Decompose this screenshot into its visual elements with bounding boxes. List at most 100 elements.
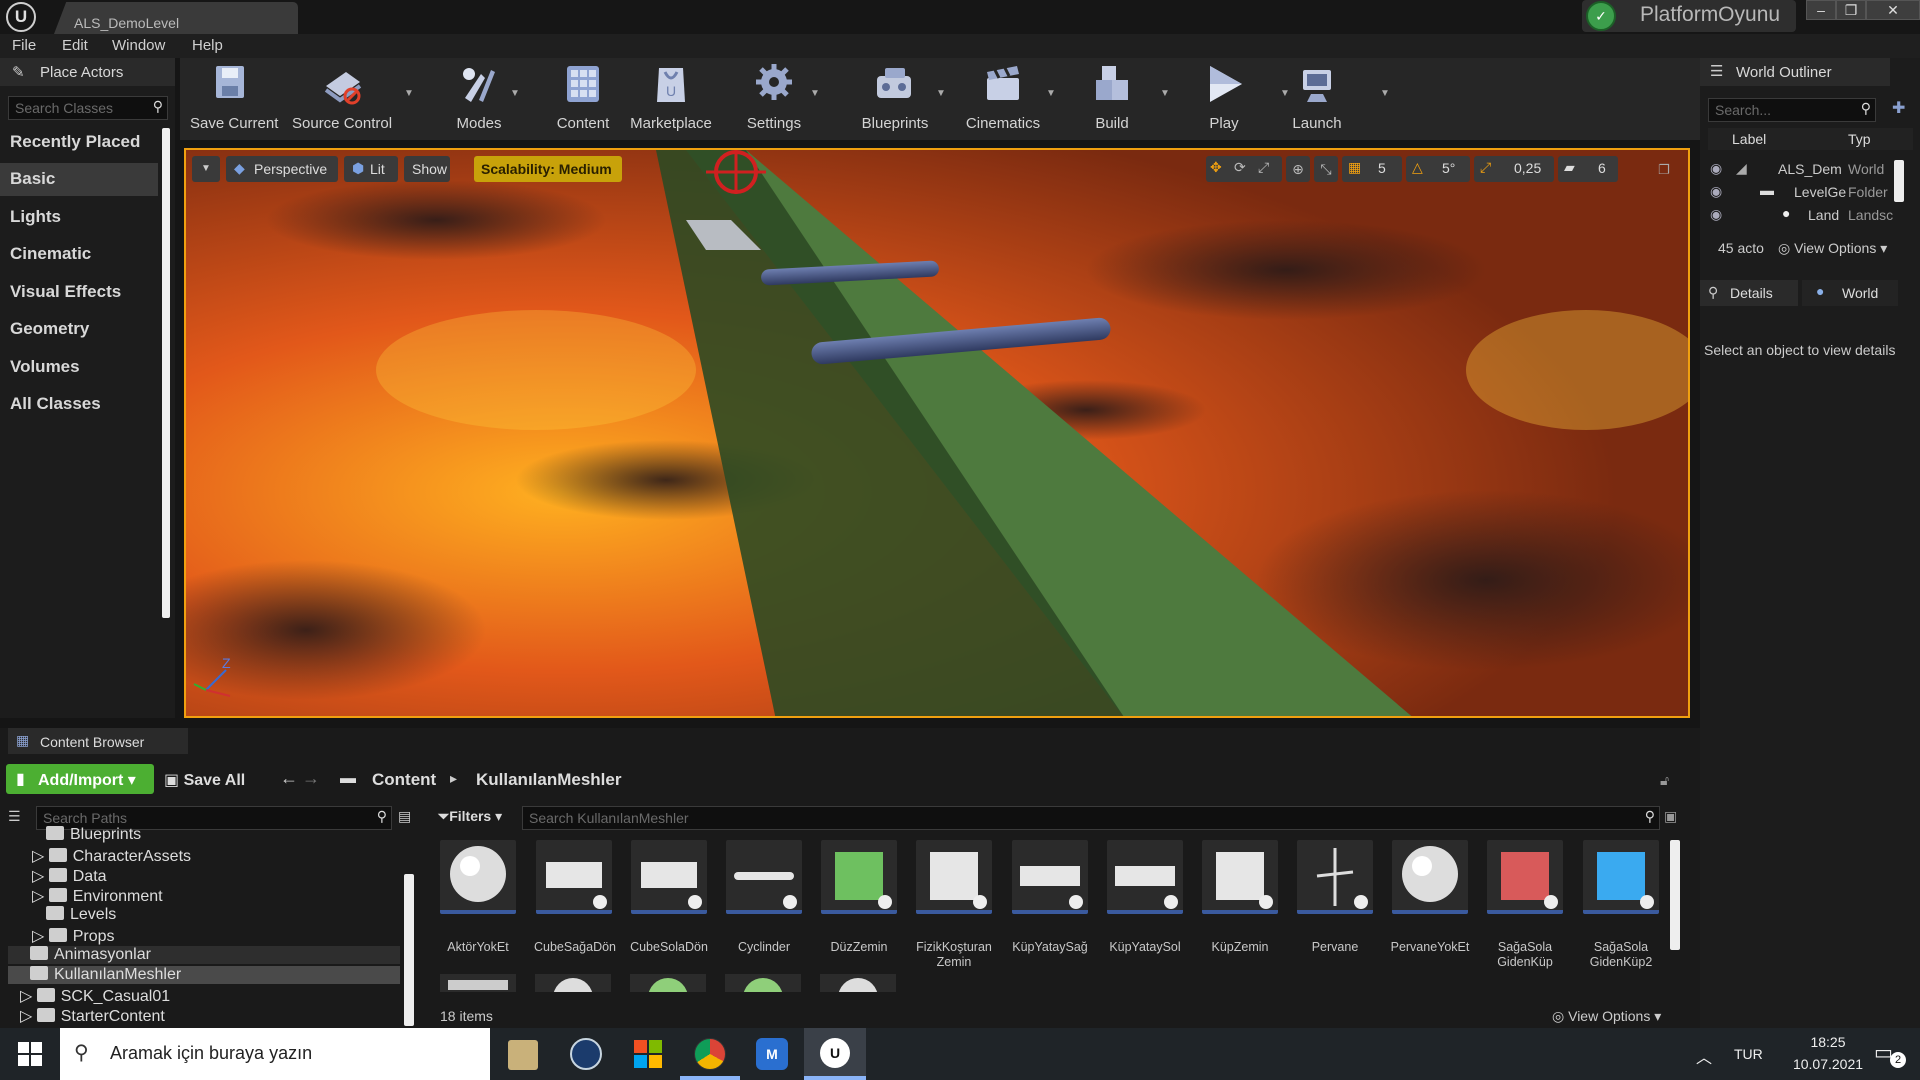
asset-tile[interactable]: FizikKoşturan Zemin <box>914 840 994 970</box>
folder-tree-item-selected[interactable]: KullanılanMeshler <box>8 966 400 984</box>
clock-time[interactable]: 18:25 <box>1788 1034 1868 1050</box>
viewport-options-button[interactable]: ▼ <box>192 156 220 182</box>
rotation-snap-control[interactable]: △ 5° <box>1406 156 1470 182</box>
rotate-icon[interactable]: ⟳ <box>1234 159 1246 176</box>
folder-tree-item[interactable]: Blueprints <box>46 826 141 844</box>
folder-tree-scrollbar[interactable] <box>404 874 414 1026</box>
view-options-button[interactable]: ◎ View Options ▾ <box>1552 1008 1661 1025</box>
asset-tile[interactable]: SağaSola GidenKüp2 <box>1581 840 1661 970</box>
outliner-row[interactable]: ◉ ◢ ALS_Dem World <box>1700 158 1910 180</box>
camera-speed-control[interactable]: ▰ 6 <box>1558 156 1618 182</box>
asset-tile-partial[interactable] <box>820 974 896 992</box>
scalability-warning-badge[interactable]: Scalability: Medium <box>474 156 622 182</box>
back-arrow-icon[interactable]: ← <box>280 768 298 789</box>
surface-snap-icon[interactable]: ⤡ <box>1314 156 1338 182</box>
chevron-up-icon[interactable]: ︿ <box>1696 1044 1712 1068</box>
grid-snap-control[interactable]: ▦ 5 <box>1342 156 1402 182</box>
add-import-button[interactable]: ▮ Add/Import ▾ <box>6 764 154 794</box>
chevron-down-icon[interactable]: ▼ <box>936 88 946 99</box>
category-visual-effects[interactable]: Visual Effects <box>0 276 158 309</box>
asset-tile-partial[interactable] <box>725 974 801 992</box>
category-recently-placed[interactable]: Recently Placed <box>0 126 158 159</box>
sources-toggle-icon[interactable]: ☰ <box>8 808 28 830</box>
chrome-icon[interactable] <box>694 1038 726 1070</box>
asset-tile-partial[interactable] <box>440 974 516 992</box>
clock-date[interactable]: 10.07.2021 <box>1788 1056 1868 1072</box>
show-button[interactable]: Show <box>404 156 450 182</box>
world-settings-tab[interactable]: ● World <box>1802 280 1898 306</box>
save-search-icon[interactable]: ▣ <box>1664 808 1677 825</box>
search-classes-input[interactable]: Search Classes ⚲ <box>8 96 168 120</box>
asset-tile[interactable]: SağaSola GidenKüp <box>1485 840 1565 970</box>
lit-button[interactable]: ⬢ Lit <box>344 156 398 182</box>
app-icon[interactable]: M <box>756 1038 788 1070</box>
maximize-button[interactable]: ❐ <box>1836 0 1866 20</box>
category-lights[interactable]: Lights <box>0 201 158 234</box>
translate-icon[interactable]: ✥ <box>1210 159 1222 176</box>
category-all-classes[interactable]: All Classes <box>0 388 158 421</box>
category-geometry[interactable]: Geometry <box>0 313 158 346</box>
asset-tile[interactable]: Pervane <box>1295 840 1375 955</box>
unreal-logo-icon[interactable]: U <box>6 2 36 32</box>
save-current-button[interactable]: Save Current <box>190 62 278 138</box>
folder-tree-item[interactable]: Levels <box>46 906 116 924</box>
asset-tile[interactable]: AktörYokEt <box>438 840 518 955</box>
asset-tile[interactable]: CubeSolaDön <box>629 840 709 955</box>
asset-tile[interactable]: KüpYataySağ <box>1010 840 1090 955</box>
marketplace-button[interactable]: U Marketplace <box>626 62 716 138</box>
folder-tree-item[interactable]: ▷ Props <box>32 926 115 946</box>
label-column-header[interactable]: Label <box>1732 131 1766 147</box>
unreal-taskbar-button[interactable]: U <box>804 1028 866 1080</box>
asset-tile[interactable]: KüpYataySol <box>1105 840 1185 955</box>
modes-button[interactable]: Modes <box>444 62 514 138</box>
close-button[interactable]: ✕ <box>1866 0 1920 20</box>
minimize-button[interactable]: – <box>1806 0 1836 20</box>
chevron-down-icon[interactable]: ▼ <box>404 88 414 99</box>
outliner-row[interactable]: ◉ ● Land Landsc <box>1700 204 1910 226</box>
outliner-view-options-button[interactable]: ◎ View Options ▾ <box>1778 240 1887 257</box>
chevron-down-icon[interactable]: ▼ <box>1380 88 1390 99</box>
folder-tree-item[interactable]: ▷ Environment <box>32 886 163 906</box>
asset-tile-partial[interactable] <box>535 974 611 992</box>
perspective-button[interactable]: ◆ Perspective <box>226 156 338 182</box>
add-folder-icon[interactable]: ✚ <box>1892 98 1905 118</box>
chevron-down-icon[interactable]: ▼ <box>1046 88 1056 99</box>
build-button[interactable]: Build <box>1084 62 1140 138</box>
settings-button[interactable]: Settings <box>736 62 812 138</box>
eye-icon[interactable]: ◉ <box>1710 206 1722 223</box>
menu-help[interactable]: Help <box>192 37 223 54</box>
task-view-app-icon[interactable] <box>508 1040 538 1070</box>
breadcrumb-current-folder[interactable]: KullanılanMeshler <box>476 770 621 790</box>
asset-search-input[interactable]: Search KullanılanMeshler ⚲ <box>522 806 1660 830</box>
outliner-row[interactable]: ◉ ▬ LevelGe Folder <box>1700 181 1910 203</box>
folder-tree-item[interactable]: ▷ SCK_Casual01 <box>20 986 170 1006</box>
menu-window[interactable]: Window <box>112 37 165 54</box>
outliner-search-input[interactable]: Search... ⚲ <box>1708 98 1876 122</box>
world-outliner-tab[interactable]: ☰ World Outliner <box>1700 58 1890 86</box>
folder-tree-item[interactable]: Animasyonlar <box>8 946 400 964</box>
asset-tile[interactable]: PervaneYokEt <box>1390 840 1470 955</box>
category-cinematic[interactable]: Cinematic <box>0 238 158 271</box>
asset-tile[interactable]: CubeSağaDön <box>534 840 616 955</box>
level-viewport[interactable]: Z ▼ ◆ Perspective ⬢ Lit Show Scalability… <box>184 148 1690 718</box>
taskbar-search-box[interactable]: ⚲ Aramak için buraya yazın <box>60 1028 490 1080</box>
save-all-button[interactable]: ▣ Save All <box>164 770 245 790</box>
place-actors-tab[interactable]: ✎ Place Actors <box>0 58 175 86</box>
scale-snap-control[interactable]: ⤢ 0,25 <box>1474 156 1554 182</box>
menu-file[interactable]: File <box>12 37 36 54</box>
folder-tree-item[interactable]: ▷ CharacterAssets <box>32 846 191 866</box>
windows-start-icon[interactable] <box>18 1042 42 1066</box>
blueprints-button[interactable]: Blueprints <box>850 62 940 138</box>
store-icon[interactable] <box>632 1038 664 1070</box>
place-actors-scrollbar[interactable] <box>162 128 170 618</box>
breadcrumb-content[interactable]: Content <box>372 770 436 790</box>
cinematics-button[interactable]: Cinematics <box>956 62 1050 138</box>
folder-tree-item[interactable]: ▷ Data <box>32 866 107 886</box>
source-control-button[interactable]: Source Control <box>292 62 392 138</box>
maximize-viewport-icon[interactable]: ❐ <box>1658 162 1670 178</box>
launch-button[interactable]: Launch <box>1282 62 1352 138</box>
chevron-down-icon[interactable]: ▼ <box>510 88 520 99</box>
play-button[interactable]: Play <box>1194 62 1254 138</box>
asset-tile-partial[interactable] <box>630 974 706 992</box>
eye-icon[interactable]: ◉ <box>1710 160 1722 177</box>
